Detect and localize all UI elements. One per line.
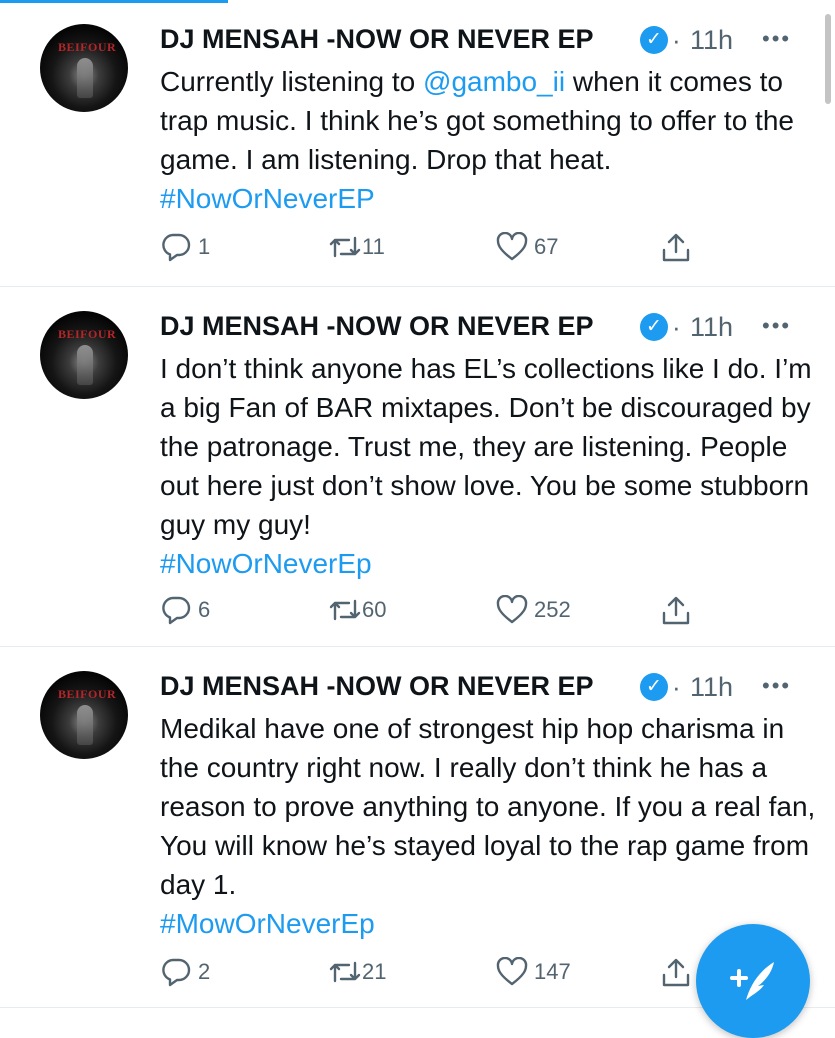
heart-icon [496,957,528,986]
tweet-text-part: Medikal have one of strongest hip hop ch… [160,713,816,900]
like-count: 67 [534,234,559,259]
tweet-actions: 1 11 67 [160,226,720,266]
display-name[interactable]: DJ MENSAH -NOW OR NEVER EP [160,311,594,342]
separator-dot: · [672,312,681,342]
display-name[interactable]: DJ MENSAH -NOW OR NEVER EP [160,24,594,55]
reply-count: 1 [198,234,211,259]
reply-icon [162,233,191,262]
compose-tweet-button[interactable] [696,924,810,1038]
tweet-actions: 6 60 252 [160,589,720,629]
verified-badge-icon: ✓ [640,313,668,341]
more-options-icon[interactable]: ••• [762,673,791,699]
tweet-header: DJ MENSAH -NOW OR NEVER EP ✓ · 11h ••• [160,22,800,58]
timestamp[interactable]: 11h [690,312,733,343]
retweet-icon [329,236,361,258]
avatar-brand-text: BEIFOUR [58,687,117,701]
hashtag-link[interactable]: #NowOrNeverEP [160,183,375,214]
reply-icon [162,596,191,625]
avatar-figure [77,345,93,385]
like-count: 147 [534,959,571,984]
tweet-header: DJ MENSAH -NOW OR NEVER EP ✓ · 11h ••• [160,669,800,705]
share-icon [662,596,690,625]
tweet-text: Medikal have one of strongest hip hop ch… [160,709,820,943]
heart-icon [496,595,528,624]
avatar[interactable]: BEIFOUR [40,671,128,759]
display-name[interactable]: DJ MENSAH -NOW OR NEVER EP [160,671,594,702]
reply-icon [162,958,191,987]
reply-count: 2 [198,959,211,984]
avatar-figure [77,58,93,98]
verified-badge-icon: ✓ [640,26,668,54]
share-icon [662,958,690,987]
avatar[interactable]: BEIFOUR [40,24,128,112]
heart-icon [496,232,528,261]
retweet-count: 11 [362,234,385,259]
retweet-count: 21 [362,959,387,984]
retweet-icon [329,599,361,621]
avatar-brand-text: BEIFOUR [58,40,117,54]
tweet-text-part: I don’t think anyone has EL’s collection… [160,353,812,540]
more-options-icon[interactable]: ••• [762,26,791,52]
timestamp[interactable]: 11h [690,25,733,56]
compose-feather-icon [730,962,774,1000]
tweet[interactable]: BEIFOUR DJ MENSAH -NOW OR NEVER EP ✓ · 1… [0,0,835,287]
tweet-text: Currently listening to @gambo_ii when it… [160,62,820,218]
timestamp[interactable]: 11h [690,672,733,703]
more-options-icon[interactable]: ••• [762,313,791,339]
separator-dot: · [672,672,681,702]
share-icon [662,233,690,262]
retweet-icon [329,961,361,983]
avatar[interactable]: BEIFOUR [40,311,128,399]
avatar-brand-text: BEIFOUR [58,327,117,341]
mention-link[interactable]: @gambo_ii [423,66,565,97]
tweet[interactable]: BEIFOUR DJ MENSAH -NOW OR NEVER EP ✓ · 1… [0,287,835,647]
tweet-text-part: Currently listening to [160,66,424,97]
tweet-actions: 2 21 147 [160,951,720,991]
tweet-text: I don’t think anyone has EL’s collection… [160,349,820,583]
reply-count: 6 [198,597,211,622]
separator-dot: · [672,25,681,55]
avatar-figure [77,705,93,745]
hashtag-link[interactable]: #NowOrNeverEp [160,548,372,579]
like-count: 252 [534,597,571,622]
hashtag-link[interactable]: #MowOrNeverEp [160,908,375,939]
retweet-count: 60 [362,597,387,622]
tweet-header: DJ MENSAH -NOW OR NEVER EP ✓ · 11h ••• [160,309,800,345]
verified-badge-icon: ✓ [640,673,668,701]
